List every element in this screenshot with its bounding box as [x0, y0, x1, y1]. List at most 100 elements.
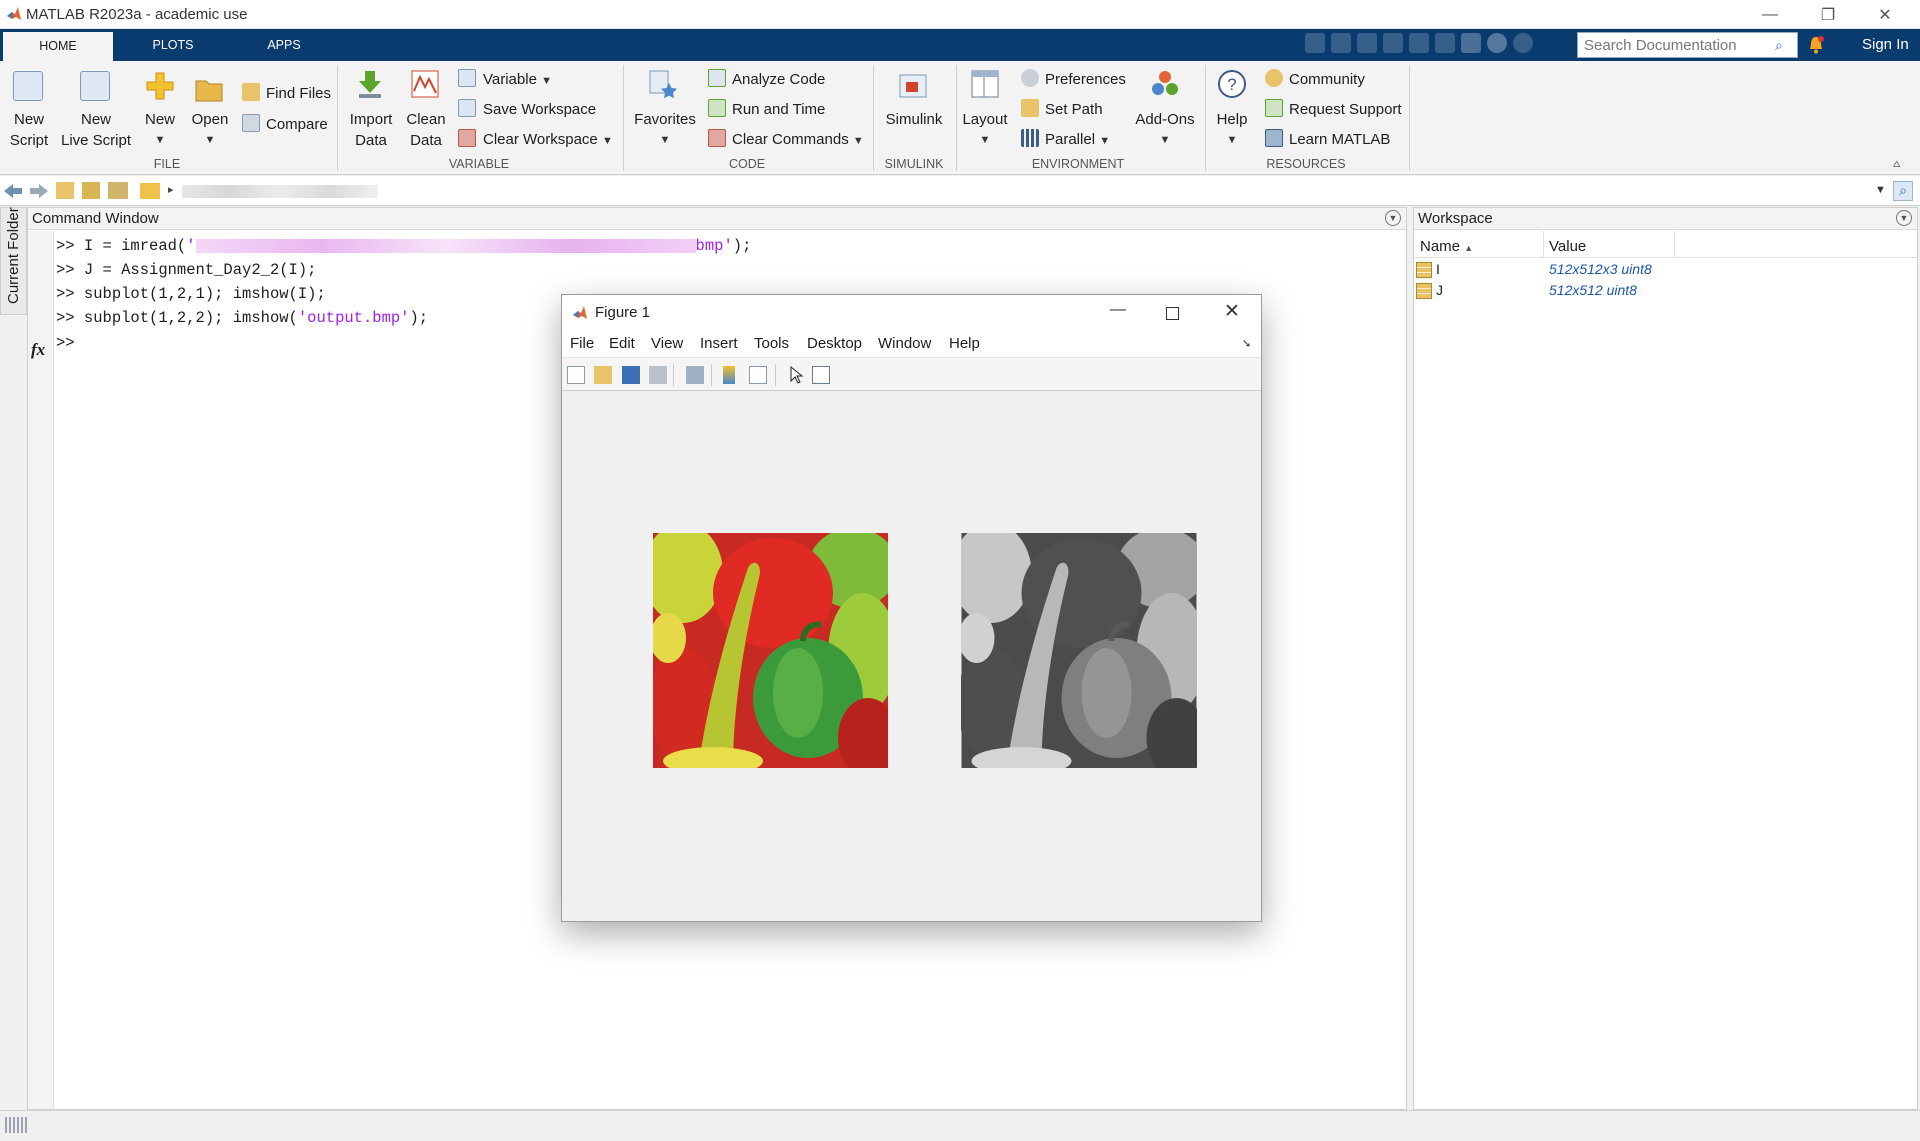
value-column-header[interactable]: Value	[1549, 238, 1586, 255]
search-folder-button[interactable]: ⌕	[1893, 181, 1913, 201]
new-figure-icon[interactable]	[567, 366, 585, 384]
fx-function-browser-icon[interactable]: fx	[31, 340, 45, 360]
status-bar	[0, 1110, 1920, 1141]
save-workspace-button[interactable]: Save Workspace	[483, 101, 596, 118]
tab-home[interactable]: HOME	[3, 32, 113, 61]
ribbon-divider	[337, 65, 338, 171]
table-row[interactable]: I 512x512x3 uint8	[1414, 260, 1917, 280]
menu-help[interactable]: Help	[949, 335, 980, 352]
compare-button[interactable]: Compare	[266, 116, 328, 133]
copy-icon[interactable]	[1357, 33, 1377, 53]
figure-window[interactable]: Figure 1 — ✕ File Edit View Insert Tools…	[561, 294, 1262, 922]
edit-plot-pointer-icon[interactable]	[787, 366, 805, 384]
parallel-button[interactable]: Parallel ▼	[1045, 131, 1110, 148]
command-prompt[interactable]: >>	[56, 334, 75, 352]
sign-in-link[interactable]: Sign In	[1862, 36, 1909, 53]
close-window-button[interactable]: ✕	[1862, 0, 1908, 29]
tab-plots[interactable]: PLOTS	[118, 29, 228, 61]
add-ons-button[interactable]: Add-Ons ▼	[1130, 109, 1200, 151]
layout-button[interactable]: Layout ▼	[958, 109, 1012, 151]
learn-matlab-icon	[1265, 129, 1283, 147]
restore-window-button[interactable]: ❐	[1805, 0, 1851, 29]
request-support-link[interactable]: Request Support	[1289, 101, 1402, 118]
menu-insert[interactable]: Insert	[700, 335, 738, 352]
parallel-icon	[1021, 129, 1039, 147]
back-arrow-icon[interactable]	[2, 182, 24, 200]
community-link[interactable]: Community	[1289, 71, 1365, 88]
tab-apps[interactable]: APPS	[230, 29, 338, 61]
collapse-toolstrip-icon[interactable]: ⩟	[1893, 156, 1907, 170]
figure-toolbar	[562, 357, 1261, 391]
table-row[interactable]: J 512x512 uint8	[1414, 281, 1917, 301]
community-icon	[1265, 69, 1283, 87]
figure-close-button[interactable]: ✕	[1224, 300, 1240, 323]
forward-arrow-icon[interactable]	[28, 182, 50, 200]
search-icon[interactable]: ⌕	[1775, 37, 1791, 53]
open-folder-icon	[195, 80, 223, 102]
layout-icon	[971, 70, 999, 98]
favorites-button[interactable]: Favorites ▼	[630, 109, 700, 151]
variable-button[interactable]: Variable ▼	[483, 71, 552, 88]
cut-icon[interactable]	[1331, 33, 1351, 53]
open-file-icon[interactable]	[594, 366, 612, 384]
current-folder-address-bar: ▸ ▼ ⌕	[0, 176, 1920, 206]
undo-icon[interactable]	[1409, 33, 1429, 53]
new-script-button[interactable]: New Script	[4, 109, 54, 151]
insert-legend-icon[interactable]	[749, 366, 767, 384]
link-plot-icon[interactable]	[686, 366, 704, 384]
insert-colorbar-icon[interactable]	[723, 366, 735, 384]
browse-folder-icon[interactable]	[82, 182, 100, 199]
menu-view[interactable]: View	[651, 335, 683, 352]
figure-menu-bar: File Edit View Insert Tools Desktop Wind…	[562, 331, 1261, 357]
paste-icon[interactable]	[1383, 33, 1403, 53]
blurred-path-segment[interactable]	[182, 185, 378, 198]
figure-minimize-button[interactable]: —	[1110, 301, 1126, 319]
clear-workspace-button[interactable]: Clear Workspace ▼	[483, 131, 613, 148]
preferences-button[interactable]: Preferences	[1045, 71, 1126, 88]
quick-access-toolbar	[1305, 33, 1533, 57]
current-folder-sidebar-tab[interactable]: Current Folder	[0, 207, 27, 315]
path-dropdown-icon[interactable]: ▼	[1875, 184, 1886, 196]
print-figure-icon[interactable]	[649, 366, 667, 384]
open-button[interactable]: Open ▼	[188, 109, 232, 151]
dock-figure-icon[interactable]: ➘	[1242, 337, 1251, 350]
toolbar-divider	[711, 364, 712, 386]
menu-tools[interactable]: Tools	[754, 335, 789, 352]
menu-window[interactable]: Window	[878, 335, 931, 352]
set-path-button[interactable]: Set Path	[1045, 101, 1103, 118]
import-data-button[interactable]: Import Data	[343, 109, 399, 151]
property-inspector-icon[interactable]	[812, 366, 830, 384]
community-icon[interactable]	[1513, 33, 1533, 53]
search-folder-icon[interactable]	[108, 182, 128, 199]
minimize-window-button[interactable]: —	[1747, 0, 1793, 29]
menu-edit[interactable]: Edit	[609, 335, 635, 352]
up-folder-icon[interactable]	[56, 182, 74, 199]
figure-maximize-button[interactable]	[1166, 307, 1179, 320]
panel-actions-icon[interactable]: ▼	[1896, 210, 1912, 226]
menu-desktop[interactable]: Desktop	[807, 335, 862, 352]
save-figure-icon[interactable]	[622, 366, 640, 384]
clear-commands-button[interactable]: Clear Commands ▼	[732, 131, 864, 148]
analyze-code-button[interactable]: Analyze Code	[732, 71, 825, 88]
simulink-button[interactable]: Simulink	[876, 109, 952, 130]
variable-name: I	[1436, 261, 1440, 277]
find-files-button[interactable]: Find Files	[266, 85, 331, 102]
redo-icon[interactable]	[1435, 33, 1455, 53]
save-icon[interactable]	[1305, 33, 1325, 53]
name-column-header[interactable]: Name ▲	[1420, 238, 1473, 255]
panel-actions-icon[interactable]: ▼	[1385, 210, 1401, 226]
search-documentation-input[interactable]: Search Documentation ⌕	[1577, 32, 1798, 58]
new-button[interactable]: New ▼	[140, 109, 180, 151]
run-and-time-icon	[708, 99, 726, 117]
menu-file[interactable]: File	[570, 335, 594, 352]
learn-matlab-link[interactable]: Learn MATLAB	[1289, 131, 1390, 148]
svg-text:?: ?	[1227, 75, 1236, 94]
clean-data-button[interactable]: Clean Data	[400, 109, 452, 151]
help-button[interactable]: Help ▼	[1208, 109, 1256, 151]
run-and-time-button[interactable]: Run and Time	[732, 101, 825, 118]
new-live-script-button[interactable]: New Live Script	[58, 109, 134, 151]
help-icon[interactable]	[1487, 33, 1507, 53]
clean-data-icon	[411, 70, 439, 98]
notification-bell-icon[interactable]	[1807, 35, 1825, 55]
switch-windows-icon[interactable]	[1461, 33, 1481, 53]
